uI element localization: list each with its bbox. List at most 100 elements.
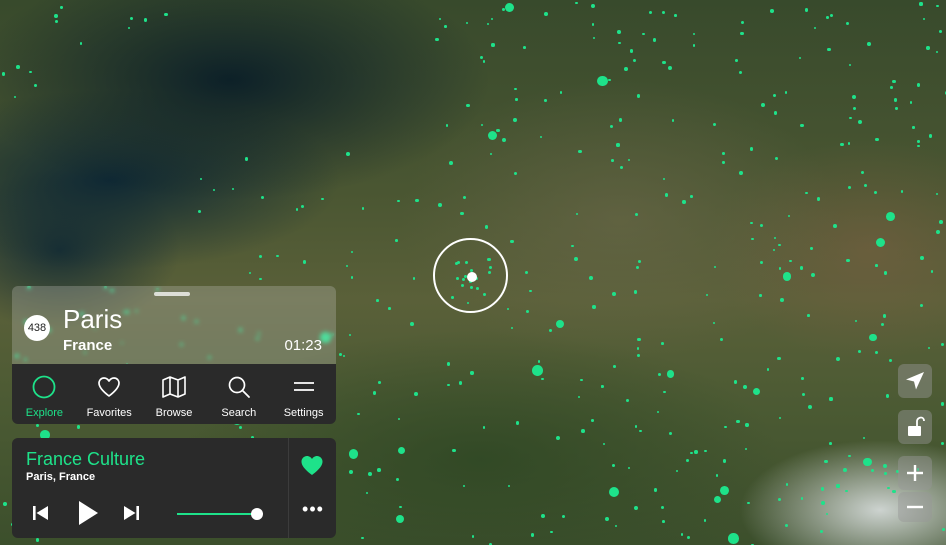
station-dot[interactable] (887, 486, 890, 490)
station-dot[interactable] (642, 32, 645, 36)
station-dot[interactable] (759, 261, 764, 265)
station-dot[interactable] (321, 197, 324, 201)
station-dot[interactable] (445, 124, 449, 127)
station-dot[interactable] (634, 212, 639, 216)
station-dot[interactable] (774, 156, 778, 160)
station-dot[interactable] (860, 170, 865, 174)
station-dot[interactable] (501, 7, 505, 11)
station-dot[interactable] (366, 491, 369, 494)
station-dot[interactable] (759, 223, 763, 227)
station-dot[interactable] (372, 391, 377, 395)
station-dot[interactable] (541, 513, 546, 518)
station-dot[interactable] (864, 183, 868, 187)
station-dot[interactable] (824, 459, 828, 464)
station-dot[interactable] (490, 17, 493, 20)
station-dot[interactable] (875, 137, 879, 142)
station-dot[interactable] (276, 254, 279, 258)
station-dot[interactable] (388, 307, 391, 310)
station-dot[interactable] (798, 57, 801, 60)
station-dot[interactable] (657, 410, 660, 413)
station-dot[interactable] (852, 106, 857, 111)
nav-browse[interactable]: Browse (142, 364, 207, 424)
station-dot[interactable] (649, 10, 653, 14)
favorite-heart-icon[interactable] (300, 454, 324, 476)
station-dot[interactable] (350, 276, 354, 279)
station-dot[interactable] (889, 85, 893, 89)
station-dot[interactable] (941, 343, 945, 347)
station-dot[interactable] (759, 294, 762, 297)
station-dot[interactable] (539, 135, 543, 139)
station-dot[interactable] (15, 65, 20, 69)
station-dot[interactable] (940, 402, 945, 406)
station-dot[interactable] (452, 448, 456, 453)
station-dot[interactable] (810, 247, 813, 250)
station-dot[interactable] (703, 519, 707, 523)
play-button[interactable] (74, 499, 102, 527)
station-dot[interactable] (892, 79, 896, 84)
station-dot[interactable] (848, 63, 852, 66)
station-dot[interactable] (604, 517, 609, 522)
station-dot[interactable] (874, 350, 878, 354)
station-dot[interactable] (733, 379, 738, 384)
station-dot[interactable] (663, 391, 666, 394)
station-dot[interactable] (439, 17, 442, 20)
station-dot[interactable] (635, 266, 640, 270)
station-dot[interactable] (610, 159, 614, 163)
station-dot[interactable] (800, 123, 805, 128)
station-dot[interactable] (397, 447, 405, 455)
station-dot[interactable] (129, 17, 134, 21)
station-dot[interactable] (806, 314, 810, 317)
station-dot[interactable] (603, 442, 606, 445)
station-dot[interactable] (578, 149, 583, 154)
station-dot[interactable] (785, 523, 789, 527)
station-dot[interactable] (143, 17, 148, 22)
station-dot[interactable] (496, 128, 500, 133)
nav-search[interactable]: Search (206, 364, 271, 424)
station-dot[interactable] (470, 371, 474, 375)
station-dot[interactable] (465, 21, 468, 24)
station-dot[interactable] (744, 447, 748, 451)
station-dot[interactable] (491, 43, 495, 47)
station-dot[interactable] (13, 95, 16, 98)
station-dot[interactable] (919, 303, 924, 307)
station-dot[interactable] (893, 98, 897, 102)
nav-settings[interactable]: Settings (271, 364, 336, 424)
station-dot[interactable] (778, 416, 781, 420)
station-dot[interactable] (835, 357, 840, 361)
station-dot[interactable] (740, 31, 744, 35)
station-dot[interactable] (357, 412, 360, 416)
station-dot[interactable] (747, 501, 750, 504)
station-dot[interactable] (618, 41, 621, 45)
station-dot[interactable] (839, 142, 844, 147)
station-dot[interactable] (549, 329, 553, 333)
station-dot[interactable] (446, 361, 451, 366)
station-dot[interactable] (345, 264, 349, 268)
station-dot[interactable] (487, 130, 498, 141)
station-dot[interactable] (935, 229, 940, 234)
station-dot[interactable] (412, 276, 416, 280)
locate-button[interactable] (898, 364, 932, 398)
station-dot[interactable] (825, 512, 829, 515)
station-dot[interactable] (212, 189, 215, 192)
station-dot[interactable] (480, 123, 484, 127)
station-dot[interactable] (920, 256, 924, 260)
station-dot[interactable] (882, 314, 886, 318)
station-dot[interactable] (724, 425, 728, 429)
station-dot[interactable] (414, 198, 419, 203)
next-button[interactable] (120, 502, 142, 524)
station-dot[interactable] (885, 394, 890, 398)
station-dot[interactable] (883, 463, 888, 468)
station-dot[interactable] (866, 41, 871, 46)
station-dot[interactable] (397, 199, 400, 203)
station-dot[interactable] (819, 529, 823, 534)
station-dot[interactable] (489, 153, 492, 156)
station-dot[interactable] (529, 289, 533, 293)
station-dot[interactable] (616, 143, 620, 147)
station-dot[interactable] (728, 533, 739, 544)
station-dot[interactable] (581, 429, 585, 433)
station-dot[interactable] (575, 212, 579, 215)
station-dot[interactable] (627, 159, 631, 162)
station-dot[interactable] (680, 533, 684, 536)
station-dot[interactable] (674, 14, 677, 17)
station-dot[interactable] (773, 249, 776, 252)
